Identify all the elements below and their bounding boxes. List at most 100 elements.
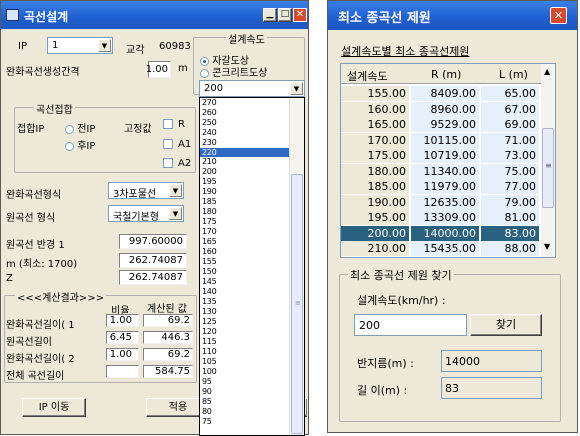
header-r[interactable]: R (m)	[431, 68, 461, 81]
speed-option[interactable]: 160	[200, 247, 289, 257]
speed-option[interactable]: 200	[200, 167, 289, 177]
speed-table[interactable]: 설계속도 R (m) L (m) 155.00 8409.00 65.00 160.0…	[340, 63, 556, 258]
ip-select[interactable]: 1 ▼	[47, 37, 113, 54]
speed-option[interactable]: 170	[200, 227, 289, 237]
header-speed[interactable]: 설계속도	[347, 68, 387, 84]
radio-prev-ip[interactable]: 전IP	[65, 120, 95, 135]
chevron-down-icon[interactable]: ▼	[98, 39, 111, 52]
table-row[interactable]: 160.00 8960.00 67.00	[341, 101, 541, 117]
radio-button[interactable]	[200, 68, 209, 78]
header-l[interactable]: L (m)	[499, 68, 528, 81]
checkbox-icon[interactable]	[163, 158, 173, 168]
m-input[interactable]: 262.74087	[119, 253, 187, 268]
scroll-down-icon[interactable]: ▼	[544, 242, 550, 251]
checkbox-icon[interactable]	[163, 119, 173, 129]
speed-option[interactable]: 150	[200, 267, 289, 277]
speed-option[interactable]: 110	[200, 347, 289, 357]
speed-option[interactable]: 75	[200, 417, 289, 427]
maximize-button[interactable]: □	[278, 8, 292, 22]
intersection-value: 60983	[159, 41, 191, 52]
speed-option[interactable]: 105	[200, 357, 289, 367]
min-vertical-curve-window: 최소 종곡선 제원 ✕ 설계속도별 최소 종곡선제원 설계속도 R (m) L …	[327, 0, 578, 433]
chevron-down-icon[interactable]: ▼	[169, 207, 182, 220]
circular-type-select[interactable]: 국철기본형 ▼	[108, 205, 184, 223]
table-cell: 65.00	[481, 86, 539, 101]
z-input[interactable]: 262.74087	[119, 270, 187, 285]
minimize-button[interactable]: ▁	[263, 8, 277, 22]
speed-option[interactable]: 125	[200, 317, 289, 327]
table-row[interactable]: 155.00 8409.00 65.00	[341, 86, 541, 101]
scrollbar-thumb[interactable]: ≡	[542, 128, 554, 208]
title-bar[interactable]: 곡선설계 ▁ □ ✕	[1, 1, 308, 29]
table-row[interactable]: 180.00 11340.00 75.00	[341, 163, 541, 179]
speed-option[interactable]: 135	[200, 297, 289, 307]
ip-move-button[interactable]: IP 이동	[22, 398, 86, 417]
radius-input[interactable]: 997.60000	[119, 234, 187, 249]
speed-option[interactable]: 190	[200, 187, 289, 197]
transition-type-select[interactable]: 3차포물선 ▼	[108, 182, 184, 200]
table-row[interactable]: 190.00 12635.00 79.00	[341, 194, 541, 210]
speed-option[interactable]: 90	[200, 387, 289, 397]
speed-option[interactable]: 130	[200, 307, 289, 317]
speed-option[interactable]: 195	[200, 177, 289, 187]
title-bar[interactable]: 최소 종곡선 제원 ✕	[328, 1, 577, 30]
result-ratio: 6.45	[106, 331, 139, 344]
close-button[interactable]: ✕	[293, 8, 307, 22]
speed-option[interactable]: 175	[200, 217, 289, 227]
table-cell: 69.00	[481, 117, 539, 132]
radio-concrete[interactable]: 콘크리트도상	[200, 64, 267, 79]
checkbox-icon[interactable]	[163, 139, 173, 149]
table-scrollbar[interactable]: ▲ ≡ ▼	[541, 64, 555, 257]
chevron-down-icon[interactable]: ▼	[169, 184, 182, 197]
table-row[interactable]: 165.00 9529.00 69.00	[341, 117, 541, 132]
speed-search-input[interactable]: 200	[354, 314, 467, 336]
speed-option[interactable]: 100	[200, 367, 289, 377]
result-label: 원곡선길이	[6, 337, 52, 348]
speed-option[interactable]: 180	[200, 207, 289, 217]
speed-option[interactable]: 230	[200, 138, 289, 148]
dropdown-scrollbar[interactable]: ≡	[289, 98, 304, 435]
table-cell: 71.00	[481, 132, 539, 148]
speed-option[interactable]: 95	[200, 377, 289, 387]
speed-option[interactable]: 155	[200, 257, 289, 267]
speed-dropdown-items[interactable]: 270 260 250 240 230 220 210 200 195 190 185 180 175 1…	[200, 98, 289, 427]
speed-option[interactable]: 210	[200, 157, 289, 167]
speed-dropdown-list[interactable]: 270 260 250 240 230 220 210 200 195 190 185 180 175 1…	[199, 97, 305, 436]
table-row[interactable]: 175.00 10719.00 73.00	[341, 148, 541, 163]
transition-spacing-input[interactable]: 1.00	[146, 61, 171, 78]
table-row[interactable]: 185.00 11979.00 77.00	[341, 179, 541, 194]
scroll-up-icon[interactable]: ▲	[544, 67, 550, 76]
table-header: 설계속도 R (m) L (m)	[341, 64, 541, 84]
close-button[interactable]: ✕	[550, 7, 567, 24]
chevron-down-icon[interactable]: ▼	[290, 82, 303, 95]
table-row[interactable]: 200.00 14000.00 83.00	[341, 225, 541, 241]
intersection-label: 교각	[126, 45, 145, 56]
speed-option[interactable]: 115	[200, 337, 289, 347]
find-button[interactable]: 찾기	[470, 314, 542, 336]
radio-button[interactable]	[65, 141, 74, 151]
speed-option[interactable]: 220	[200, 148, 289, 157]
m-label: m (최소: 1700)	[6, 259, 78, 270]
radio-next-ip[interactable]: 후IP	[65, 137, 95, 152]
radio-button[interactable]	[65, 124, 74, 134]
speed-option[interactable]: 250	[200, 118, 289, 128]
speed-select[interactable]: 200 ▼	[199, 80, 305, 97]
speed-option[interactable]: 165	[200, 237, 289, 247]
table-row[interactable]: 195.00 13309.00 81.00	[341, 210, 541, 225]
table-row[interactable]: 170.00 10115.00 71.00	[341, 132, 541, 148]
scrollbar-thumb[interactable]: ≡	[291, 174, 303, 434]
table-cell: 10115.00	[411, 132, 479, 148]
speed-option[interactable]: 80	[200, 407, 289, 417]
result-ratio: 1.00	[106, 314, 139, 327]
speed-option[interactable]: 185	[200, 197, 289, 207]
speed-option[interactable]: 260	[200, 108, 289, 118]
speed-option[interactable]: 85	[200, 397, 289, 407]
speed-option[interactable]: 140	[200, 287, 289, 297]
table-row[interactable]: 210.00 15435.00 88.00	[341, 241, 541, 256]
speed-option[interactable]: 270	[200, 98, 289, 108]
speed-option[interactable]: 120	[200, 327, 289, 337]
speed-option[interactable]: 145	[200, 277, 289, 287]
result-ratio: 1.00	[106, 348, 139, 361]
table-body[interactable]: 155.00 8409.00 65.00 160.00 8960.00 67.00 165.…	[341, 86, 541, 257]
speed-option[interactable]: 240	[200, 128, 289, 138]
